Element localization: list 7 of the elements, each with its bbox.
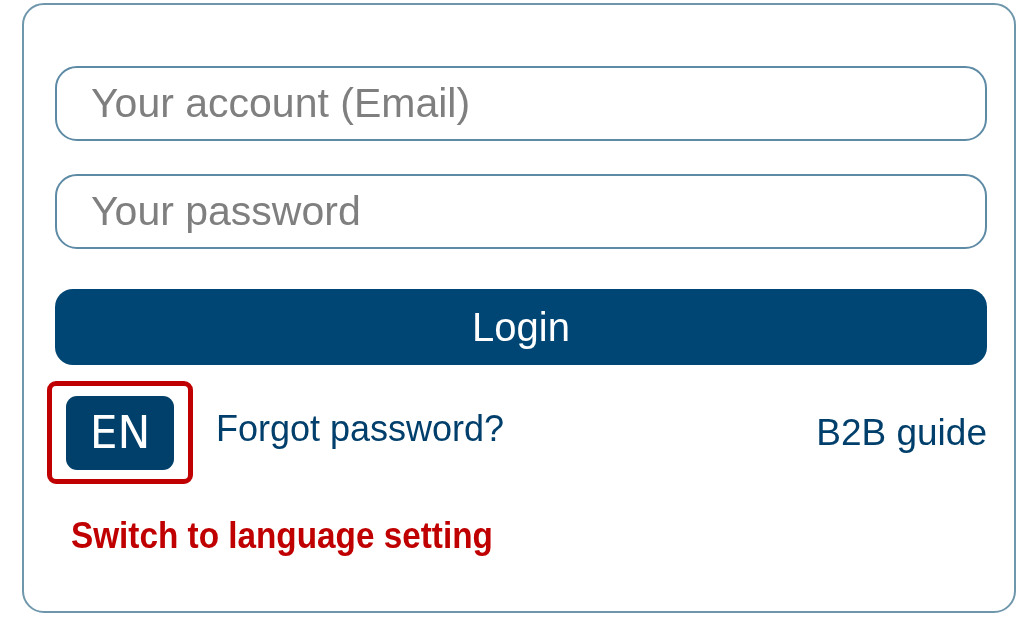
login-button[interactable]: Login <box>55 289 987 365</box>
language-button[interactable]: EN <box>66 395 174 470</box>
forgot-password-link[interactable]: Forgot password? <box>216 407 505 450</box>
annotation-text: Switch to language setting <box>71 515 494 557</box>
guide-link[interactable]: B2B guide <box>816 411 987 454</box>
password-field[interactable]: Your password <box>55 174 987 249</box>
email-field[interactable]: Your account (Email) <box>55 66 987 141</box>
